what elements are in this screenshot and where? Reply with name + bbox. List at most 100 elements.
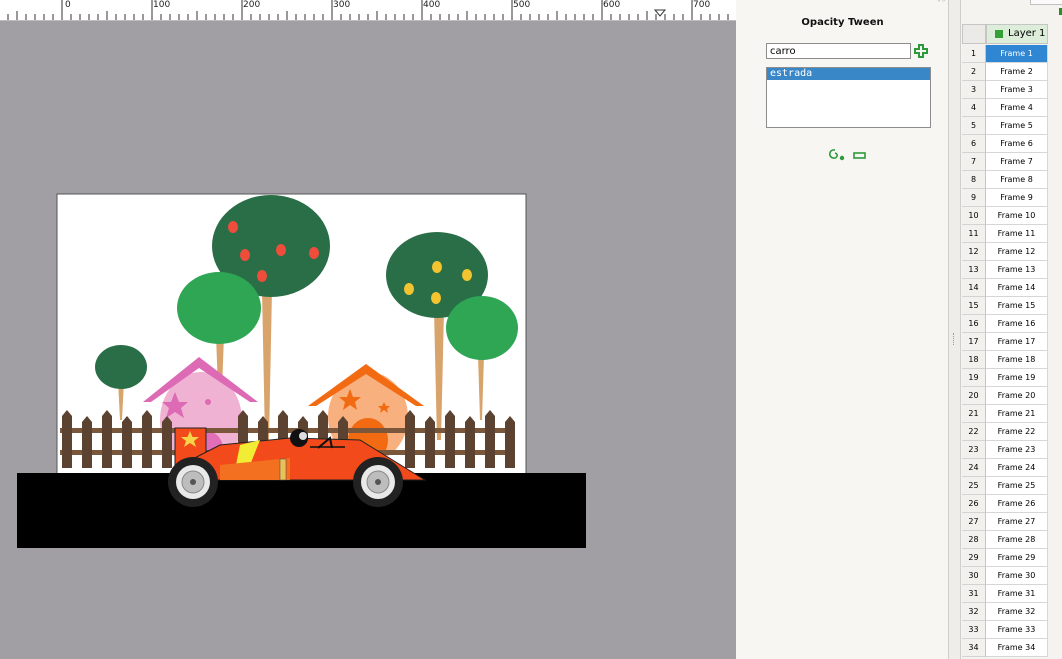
frame-index: 34 bbox=[962, 639, 986, 657]
frame-cell[interactable]: Frame 11 bbox=[986, 225, 1048, 243]
frame-cell[interactable]: Frame 26 bbox=[986, 495, 1048, 513]
timeline-row[interactable]: 1 Frame 1 bbox=[962, 45, 1062, 63]
frame-cell[interactable]: Frame 29 bbox=[986, 549, 1048, 567]
timeline-row[interactable]: 22 Frame 22 bbox=[962, 423, 1062, 441]
timeline-row[interactable]: 20 Frame 20 bbox=[962, 387, 1062, 405]
timeline-row[interactable]: 17 Frame 17 bbox=[962, 333, 1062, 351]
frame-cell[interactable]: Frame 31 bbox=[986, 585, 1048, 603]
timeline-row[interactable]: 23 Frame 23 bbox=[962, 441, 1062, 459]
timeline-row[interactable]: 29 Frame 29 bbox=[962, 549, 1062, 567]
timeline-row[interactable]: 11 Frame 11 bbox=[962, 225, 1062, 243]
frame-index: 8 bbox=[962, 171, 986, 189]
frame-cell[interactable]: Frame 21 bbox=[986, 405, 1048, 423]
frame-cell[interactable]: Frame 3 bbox=[986, 81, 1048, 99]
timeline-row[interactable]: 33 Frame 33 bbox=[962, 621, 1062, 639]
frame-cell[interactable]: Frame 4 bbox=[986, 99, 1048, 117]
timeline-row[interactable]: 26 Frame 26 bbox=[962, 495, 1062, 513]
timeline-row[interactable]: 32 Frame 32 bbox=[962, 603, 1062, 621]
frame-index: 15 bbox=[962, 297, 986, 315]
timeline-row[interactable]: 24 Frame 24 bbox=[962, 459, 1062, 477]
frame-cell[interactable]: Frame 6 bbox=[986, 135, 1048, 153]
frame-cell[interactable]: Frame 23 bbox=[986, 441, 1048, 459]
frame-cell[interactable]: Frame 7 bbox=[986, 153, 1048, 171]
panel-splitter[interactable] bbox=[948, 0, 961, 659]
timeline-row[interactable]: 18 Frame 18 bbox=[962, 351, 1062, 369]
frame-index: 9 bbox=[962, 189, 986, 207]
list-item[interactable]: estrada bbox=[767, 68, 930, 80]
timeline-row[interactable]: 25 Frame 25 bbox=[962, 477, 1062, 495]
timeline-row[interactable]: 21 Frame 21 bbox=[962, 405, 1062, 423]
frame-index: 33 bbox=[962, 621, 986, 639]
frame-cell[interactable]: Frame 8 bbox=[986, 171, 1048, 189]
frame-cell[interactable]: Frame 14 bbox=[986, 279, 1048, 297]
frame-cell[interactable]: Frame 18 bbox=[986, 351, 1048, 369]
car-wheel-front bbox=[353, 457, 403, 507]
layer-color-swatch bbox=[995, 30, 1003, 38]
timeline-row[interactable]: 16 Frame 16 bbox=[962, 315, 1062, 333]
frame-index: 25 bbox=[962, 477, 986, 495]
object-name-input[interactable]: carro bbox=[766, 43, 911, 59]
frame-cell[interactable]: Frame 17 bbox=[986, 333, 1048, 351]
timeline-row[interactable]: 10 Frame 10 bbox=[962, 207, 1062, 225]
frame-cell[interactable]: Frame 28 bbox=[986, 531, 1048, 549]
frame-index: 7 bbox=[962, 153, 986, 171]
timeline-row[interactable]: 31 Frame 31 bbox=[962, 585, 1062, 603]
frame-cell[interactable]: Frame 25 bbox=[986, 477, 1048, 495]
timeline-row[interactable]: 6 Frame 6 bbox=[962, 135, 1062, 153]
timeline-row[interactable]: 7 Frame 7 bbox=[962, 153, 1062, 171]
frame-cell[interactable]: Frame 15 bbox=[986, 297, 1048, 315]
frame-cell[interactable]: Frame 24 bbox=[986, 459, 1048, 477]
frame-index: 19 bbox=[962, 369, 986, 387]
timeline-row[interactable]: 27 Frame 27 bbox=[962, 513, 1062, 531]
remove-icon[interactable] bbox=[853, 152, 867, 160]
frame-index: 32 bbox=[962, 603, 986, 621]
frame-cell[interactable]: Frame 13 bbox=[986, 261, 1048, 279]
frame-index: 4 bbox=[962, 99, 986, 117]
timeline-row[interactable]: 5 Frame 5 bbox=[962, 117, 1062, 135]
timeline-row[interactable]: 13 Frame 13 bbox=[962, 261, 1062, 279]
timeline-row[interactable]: 30 Frame 30 bbox=[962, 567, 1062, 585]
layer-header[interactable]: Layer 1 bbox=[986, 24, 1048, 44]
timeline-row[interactable]: 12 Frame 12 bbox=[962, 243, 1062, 261]
frame-cell[interactable]: Frame 5 bbox=[986, 117, 1048, 135]
timeline-row[interactable]: 9 Frame 9 bbox=[962, 189, 1062, 207]
frame-cell[interactable]: Frame 20 bbox=[986, 387, 1048, 405]
frame-cell[interactable]: Frame 34 bbox=[986, 639, 1048, 657]
timeline-row[interactable]: 14 Frame 14 bbox=[962, 279, 1062, 297]
frame-cell[interactable]: Frame 10 bbox=[986, 207, 1048, 225]
timeline-row[interactable]: 19 Frame 19 bbox=[962, 369, 1062, 387]
timeline-row[interactable]: 28 Frame 28 bbox=[962, 531, 1062, 549]
timeline-corner bbox=[962, 24, 986, 44]
frame-cell[interactable]: Frame 2 bbox=[986, 63, 1048, 81]
frame-index: 1 bbox=[962, 45, 986, 63]
frame-cell[interactable]: Frame 22 bbox=[986, 423, 1048, 441]
timeline-row[interactable]: 4 Frame 4 bbox=[962, 99, 1062, 117]
road[interactable] bbox=[17, 473, 586, 548]
frame-cell[interactable]: Frame 30 bbox=[986, 567, 1048, 585]
timeline-row[interactable]: 15 Frame 15 bbox=[962, 297, 1062, 315]
fence-picket bbox=[465, 416, 475, 468]
frame-cell[interactable]: Frame 16 bbox=[986, 315, 1048, 333]
plus-icon[interactable] bbox=[914, 44, 928, 58]
frame-list: 1 Frame 1 2 Frame 2 3 Frame 3 4 Frame 4 5 Frame 5… bbox=[962, 45, 1062, 657]
timeline-row[interactable]: 8 Frame 8 bbox=[962, 171, 1062, 189]
fence-picket bbox=[425, 416, 435, 468]
ruler-pointer-icon[interactable] bbox=[653, 9, 667, 17]
frame-index: 28 bbox=[962, 531, 986, 549]
timeline-row[interactable]: 34 Frame 34 bbox=[962, 639, 1062, 657]
splitter-grip-icon[interactable] bbox=[953, 333, 957, 345]
frame-cell[interactable]: Frame 27 bbox=[986, 513, 1048, 531]
frame-cell[interactable]: Frame 33 bbox=[986, 621, 1048, 639]
panel-window-controls-icon[interactable]: ◦◦ bbox=[937, 0, 946, 5]
frame-cell[interactable]: Frame 32 bbox=[986, 603, 1048, 621]
frame-cell[interactable]: Frame 9 bbox=[986, 189, 1048, 207]
object-list[interactable]: estrada bbox=[766, 67, 931, 128]
frame-cell[interactable]: Frame 1 bbox=[986, 45, 1048, 63]
tween-loop-icon[interactable] bbox=[826, 148, 846, 162]
stage-drawing[interactable] bbox=[0, 0, 736, 659]
frame-cell[interactable]: Frame 19 bbox=[986, 369, 1048, 387]
frame-cell[interactable]: Frame 12 bbox=[986, 243, 1048, 261]
timeline-row[interactable]: 3 Frame 3 bbox=[962, 81, 1062, 99]
canvas-workspace[interactable]: 0 100 200 300 400 500 600 700 bbox=[0, 0, 736, 659]
timeline-row[interactable]: 2 Frame 2 bbox=[962, 63, 1062, 81]
